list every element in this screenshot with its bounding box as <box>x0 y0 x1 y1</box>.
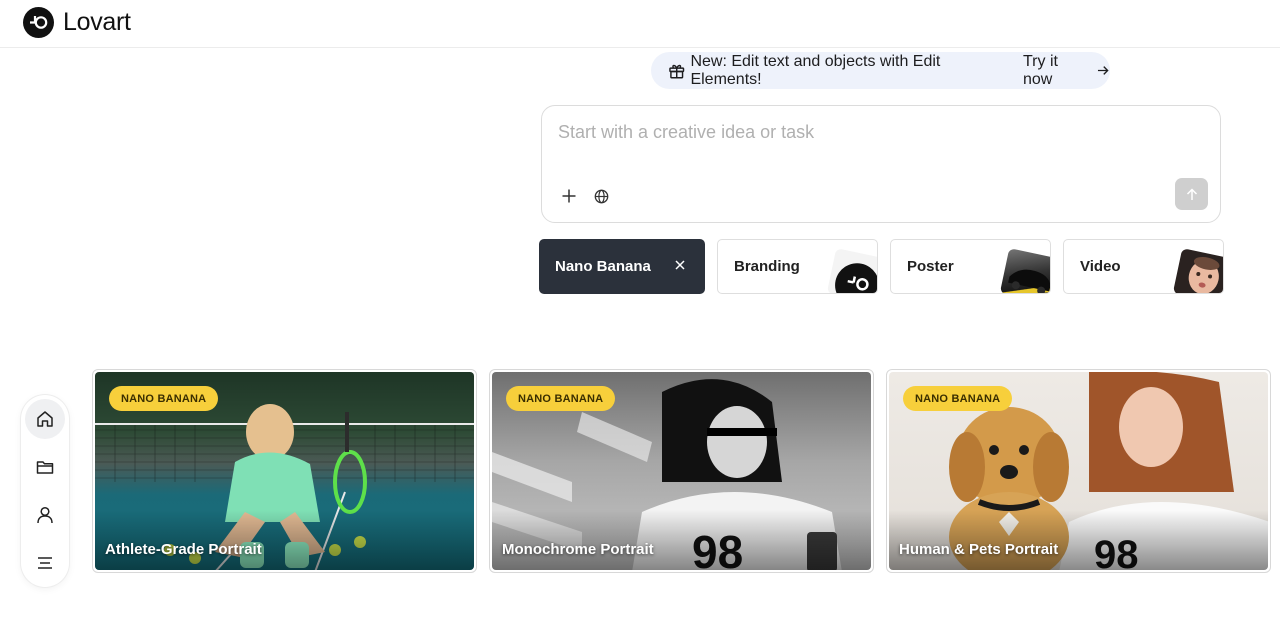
template-card-human-pets[interactable]: 98 NANO BANANA Human & Pets Portrait <box>886 369 1271 573</box>
card-image: 98 NANO BANANA Monochrome Portrait <box>492 372 871 570</box>
chip-branding[interactable]: Branding <box>717 239 878 294</box>
card-title: Athlete-Grade Portrait <box>105 541 262 558</box>
template-card-monochrome[interactable]: 98 NANO BANANA Monochrome Portrait <box>489 369 874 573</box>
chip-label: Nano Banana <box>555 258 651 275</box>
lovart-logo-icon <box>23 7 54 38</box>
plus-icon <box>562 189 576 203</box>
arrow-right-icon <box>1098 66 1110 75</box>
card-badge: NANO BANANA <box>506 386 616 411</box>
chip-label: Video <box>1080 258 1121 275</box>
card-title: Monochrome Portrait <box>502 541 654 558</box>
chip-label: Branding <box>734 258 800 275</box>
arrow-up-icon <box>1186 187 1197 200</box>
nav-projects-button[interactable] <box>25 447 65 487</box>
side-nav <box>21 395 69 587</box>
announcement-banner: New: Edit text and objects with Edit Ele… <box>651 52 1110 89</box>
web-search-button[interactable] <box>590 185 612 207</box>
top-bar: Lovart <box>0 0 1280 48</box>
folder-icon <box>36 461 54 474</box>
branding-thumbnail <box>826 248 877 293</box>
chip-poster[interactable]: Poster <box>890 239 1051 294</box>
chip-nano-banana[interactable]: Nano Banana <box>539 239 705 294</box>
user-icon <box>37 506 53 524</box>
logo[interactable]: Lovart <box>23 7 131 38</box>
video-thumbnail <box>1172 248 1223 293</box>
prompt-input[interactable] <box>558 122 1198 162</box>
poster-thumbnail <box>999 248 1050 293</box>
chip-video[interactable]: Video <box>1063 239 1224 294</box>
try-it-now-label: Try it now <box>1023 52 1058 88</box>
menu-icon <box>38 557 52 569</box>
try-it-now-link[interactable]: Try it now <box>1023 53 1110 89</box>
gift-icon <box>669 64 685 79</box>
nav-home-button[interactable] <box>25 399 65 439</box>
template-card-athlete[interactable]: NANO BANANA Athlete-Grade Portrait <box>92 369 477 573</box>
card-title: Human & Pets Portrait <box>899 541 1059 558</box>
card-badge: NANO BANANA <box>903 386 1013 411</box>
app-name: Lovart <box>63 8 131 36</box>
card-image: NANO BANANA Athlete-Grade Portrait <box>95 372 474 570</box>
nav-menu-button[interactable] <box>25 543 65 583</box>
prompt-box <box>541 105 1221 223</box>
chip-label: Poster <box>907 258 954 275</box>
nav-profile-button[interactable] <box>25 495 65 535</box>
card-badge: NANO BANANA <box>109 386 219 411</box>
globe-icon <box>594 189 608 203</box>
add-attachment-button[interactable] <box>558 185 580 207</box>
send-button[interactable] <box>1175 178 1208 210</box>
home-icon <box>37 411 53 427</box>
announcement-text: New: Edit text and objects with Edit Ele… <box>690 52 941 88</box>
close-icon[interactable] <box>673 258 687 272</box>
card-image: 98 NANO BANANA Human & Pets Portrait <box>889 372 1268 570</box>
